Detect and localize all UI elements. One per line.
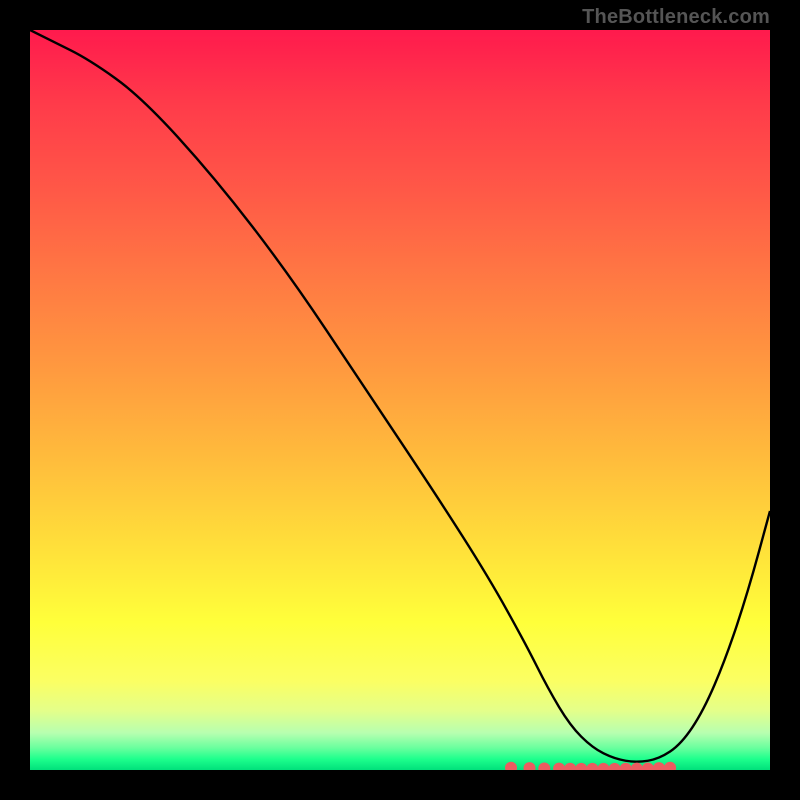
curve-minimum-markers [505, 762, 676, 770]
marker-dot [564, 763, 576, 770]
marker-dot [553, 763, 565, 770]
chart-svg [30, 30, 770, 770]
marker-dot [586, 763, 598, 770]
watermark-label: TheBottleneck.com [582, 6, 770, 29]
chart-container: TheBottleneck.com [0, 0, 800, 800]
marker-dot [609, 763, 621, 770]
marker-dot [524, 762, 536, 770]
marker-dot [538, 763, 550, 770]
marker-dot [642, 763, 654, 770]
bottleneck-curve [30, 30, 770, 762]
marker-dot [631, 763, 643, 770]
marker-dot [575, 763, 587, 770]
marker-dot [505, 762, 517, 770]
marker-dot [620, 763, 632, 770]
marker-dot [653, 762, 665, 770]
marker-dot [664, 762, 676, 770]
plot-area [30, 30, 770, 770]
marker-dot [598, 763, 610, 770]
